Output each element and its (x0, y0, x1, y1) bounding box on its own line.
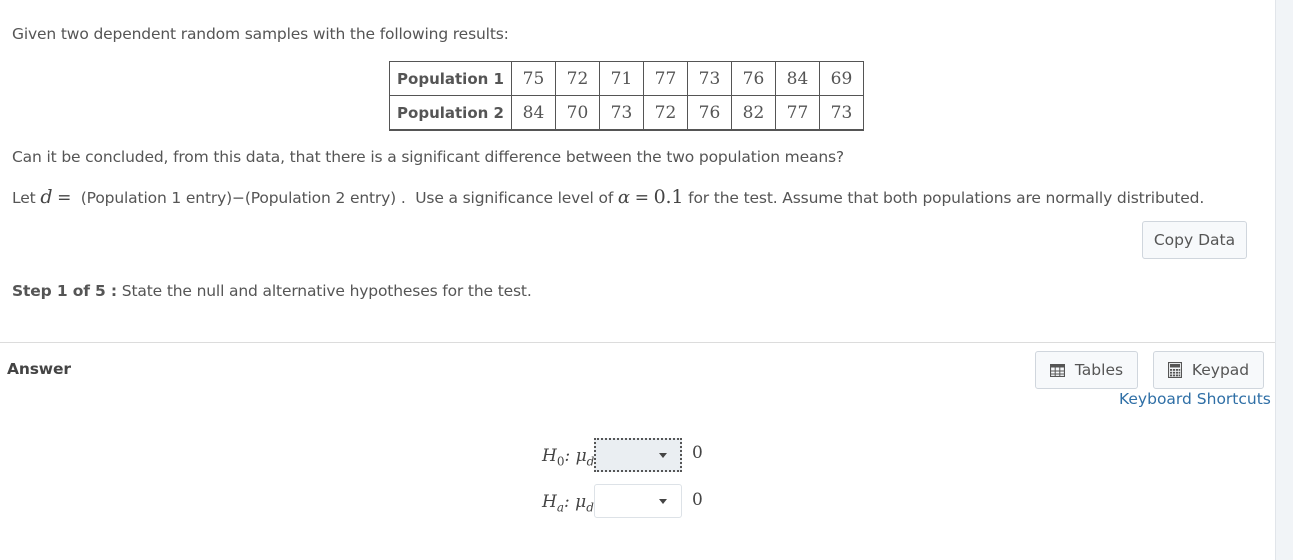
section-divider (0, 342, 1275, 343)
keyboard-shortcuts-link[interactable]: Keyboard Shortcuts (1119, 390, 1271, 408)
table-cell: 77 (643, 61, 688, 96)
mu-symbol: μ (575, 446, 587, 466)
d-variable: d (40, 186, 53, 208)
tables-label: Tables (1074, 361, 1124, 379)
alpha-value: 0.1 (653, 186, 684, 208)
row-label: Population 1 (389, 61, 512, 96)
data-table: Population 1 75 72 71 77 73 76 84 69 Pop… (389, 61, 864, 131)
caret-down-icon (659, 499, 667, 504)
step-text: State the null and alternative hypothese… (121, 282, 532, 300)
table-cell: 70 (555, 95, 600, 131)
alpha-symbol: α (617, 187, 630, 208)
table-cell: 75 (511, 61, 556, 96)
question-prompt: Can it be concluded, from this data, tha… (12, 148, 845, 166)
tables-button[interactable]: Tables (1035, 351, 1138, 389)
definition-line: Let d = (Population 1 entry)−(Population… (12, 186, 1204, 208)
alternative-hypothesis-label: Ha: μd (542, 492, 594, 515)
h-subscript: 0 (556, 454, 565, 469)
null-hypothesis-operator-select[interactable] (594, 438, 682, 472)
let-text: Let (12, 189, 36, 207)
caret-down-icon (659, 453, 667, 458)
table-cell: 72 (555, 61, 600, 96)
mu-subscript: d (586, 500, 594, 515)
table-cell: 76 (731, 61, 776, 96)
table-cell: 71 (599, 61, 644, 96)
h-symbol: H (542, 446, 557, 466)
table-cell: 73 (599, 95, 644, 131)
table-cell: 84 (775, 61, 820, 96)
table-cell: 69 (819, 61, 864, 96)
table-row-population-1: Population 1 75 72 71 77 73 76 84 69 (389, 61, 864, 96)
scrollbar-track[interactable] (1275, 0, 1293, 560)
table-cell: 72 (643, 95, 688, 131)
question-intro: Given two dependent random samples with … (12, 25, 509, 43)
table-cell: 76 (687, 95, 732, 131)
keypad-button[interactable]: Keypad (1153, 351, 1264, 389)
table-cell: 82 (731, 95, 776, 131)
table-row-population-2: Population 2 84 70 73 72 76 82 77 73 (389, 95, 864, 131)
difference-expression: (Population 1 entry)−(Population 2 entry… (80, 189, 397, 207)
mu-symbol: μ (575, 492, 587, 512)
step-label: Step 1 of 5 : (12, 282, 117, 300)
copy-data-button[interactable]: Copy Data (1142, 221, 1247, 259)
null-hypothesis-value: 0 (692, 443, 703, 463)
table-cell: 84 (511, 95, 556, 131)
alpha-equals: = (634, 188, 649, 208)
h-subscript: a (556, 500, 564, 515)
question-panel: Given two dependent random samples with … (0, 0, 1275, 560)
answer-heading: Answer (7, 360, 71, 378)
definition-suffix: for the test. Assume that both populatio… (688, 189, 1205, 207)
table-cell: 77 (775, 95, 820, 131)
row-label: Population 2 (389, 95, 512, 131)
calculator-icon (1167, 362, 1182, 378)
table-grid-icon (1049, 363, 1065, 377)
step-instruction: Step 1 of 5 : State the null and alterna… (12, 282, 532, 300)
keypad-label: Keypad (1191, 361, 1250, 379)
alternative-hypothesis-operator-select[interactable] (594, 484, 682, 518)
equals-sign: = (57, 188, 72, 208)
table-cell: 73 (687, 61, 732, 96)
copy-data-label: Copy Data (1153, 231, 1236, 249)
alternative-hypothesis-value: 0 (692, 490, 703, 510)
table-cell: 73 (819, 95, 864, 131)
h-symbol: H (542, 492, 557, 512)
null-hypothesis-label: H0: μd (542, 446, 595, 469)
separator: . (400, 189, 406, 207)
significance-prefix: Use a significance level of (415, 189, 614, 207)
